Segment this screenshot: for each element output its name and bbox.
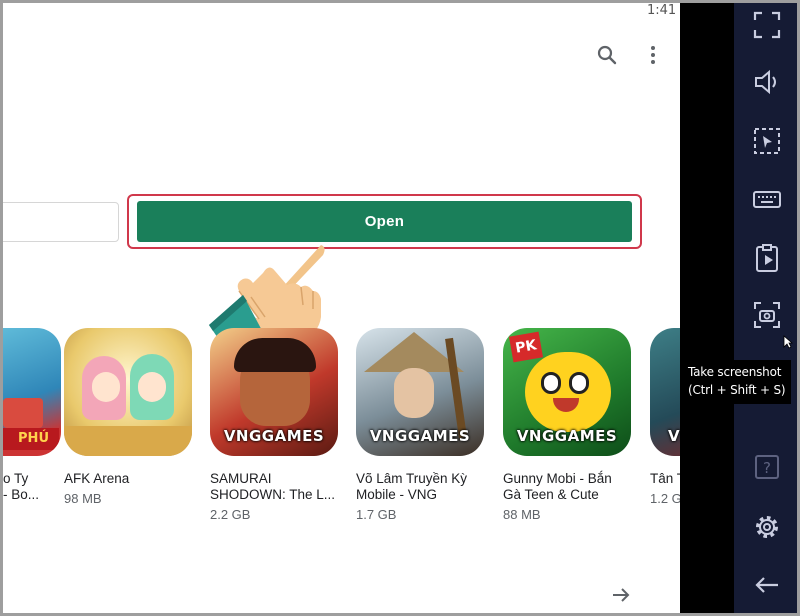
app-size: 1.2 G <box>650 491 680 506</box>
app-card[interactable]: VNGGAMES SAMURAI SHODOWN: The L... 2.2 G… <box>210 328 345 522</box>
app-icon: VNG <box>650 328 680 456</box>
app-card[interactable]: PHÚ o Ty - Bo... <box>3 328 68 503</box>
pk-ribbon: PK <box>508 331 544 363</box>
volume-icon[interactable] <box>752 67 782 97</box>
app-size: 98 MB <box>64 491 102 506</box>
tooltip-title: Take screenshot <box>688 365 782 379</box>
fullscreen-icon[interactable] <box>752 10 782 40</box>
mouse-cursor-icon <box>783 335 793 349</box>
app-icon: VNGGAMES <box>356 328 484 456</box>
settings-icon[interactable] <box>752 512 782 542</box>
back-arrow-icon[interactable] <box>752 570 782 600</box>
keyboard-icon[interactable] <box>752 184 782 214</box>
app-icon <box>64 328 192 456</box>
help-icon[interactable]: ? <box>752 452 782 482</box>
app-name: o Ty - Bo... <box>3 471 40 502</box>
install-apk-icon[interactable] <box>752 243 782 273</box>
app-card[interactable]: AFK Arena 98 MB <box>64 328 199 506</box>
app-size: 1.7 GB <box>356 507 397 522</box>
app-name: Gunny Mobi - Bắn Gà Teen & Cute <box>503 471 612 502</box>
app-icon: PK VNGGAMES <box>503 328 631 456</box>
app-icon: VNGGAMES <box>210 328 338 456</box>
app-name: Võ Lâm Truyền Kỳ Mobile - VNG <box>356 471 468 502</box>
app-card[interactable]: VNGGAMES Võ Lâm Truyền Kỳ Mobile - VNG 1… <box>356 328 491 522</box>
play-store-page: 1:41 Open PHÚ o Ty - Bo... AFK Arena 98 … <box>3 3 680 613</box>
arrow-right-icon[interactable] <box>609 583 633 607</box>
screenshot-tooltip: Take screenshot (Ctrl + Shift + S) <box>683 360 791 404</box>
tooltip-shortcut: (Ctrl + Shift + S) <box>688 383 786 397</box>
vnggames-badge: VNGGAMES <box>223 427 325 445</box>
app-card[interactable]: PK VNGGAMES Gunny Mobi - Bắn Gà Teen & C… <box>503 328 638 522</box>
search-icon[interactable] <box>595 43 619 67</box>
status-time: 1:41 <box>647 3 677 18</box>
app-icon: PHÚ <box>3 328 61 456</box>
vnggames-badge: VNG <box>668 427 680 445</box>
icon-ribbon: PHÚ <box>3 428 59 450</box>
vnggames-badge: VNGGAMES <box>516 427 618 445</box>
app-card[interactable]: VNG Tân T 1.2 G <box>650 328 680 506</box>
app-name: Tân T <box>650 471 680 486</box>
uninstall-button[interactable] <box>3 202 119 242</box>
vnggames-badge: VNGGAMES <box>369 427 471 445</box>
screenshot-icon[interactable] <box>752 300 782 330</box>
help-label: ? <box>763 459 771 477</box>
app-size: 88 MB <box>503 507 541 522</box>
more-vert-icon[interactable] <box>641 43 665 67</box>
app-name: SAMURAI SHODOWN: The L... <box>210 471 336 502</box>
app-size: 2.2 GB <box>210 507 251 522</box>
app-name: AFK Arena <box>64 471 130 486</box>
select-region-icon[interactable] <box>752 126 782 156</box>
